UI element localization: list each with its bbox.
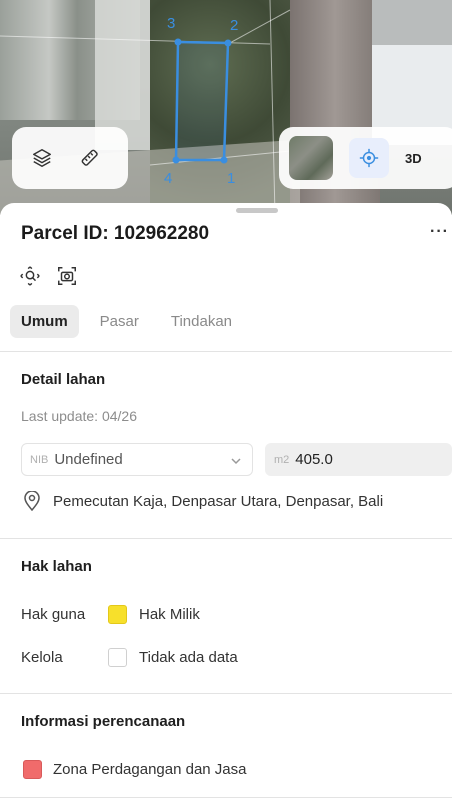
nib-select[interactable]: NIB Undefined: [21, 443, 253, 476]
divider: [0, 797, 452, 798]
ruler-icon: [81, 149, 98, 166]
map-controls-right: 3D: [279, 127, 452, 189]
map-controls-left: [12, 127, 128, 189]
tab-pasar[interactable]: Pasar: [89, 305, 150, 338]
vertex-label: 3: [167, 15, 176, 32]
parcel-vertex: [174, 38, 182, 46]
rights-value: Hak Milik: [139, 606, 200, 623]
zone-text: Zona Perdagangan dan Jasa: [53, 761, 247, 778]
vertex-label: 2: [230, 17, 239, 34]
location-pin-icon: [24, 491, 40, 511]
vertex-label: 4: [164, 170, 173, 187]
chevron-down-icon: [231, 458, 241, 465]
rights-value: Tidak ada data: [139, 649, 238, 666]
3d-toggle-button[interactable]: 3D: [405, 151, 422, 166]
divider: [0, 693, 452, 694]
area-value: 405.0: [295, 451, 333, 468]
crosshair-icon: [359, 148, 379, 168]
section-title-detail: Detail lahan: [21, 371, 106, 388]
locate-button[interactable]: [349, 138, 389, 178]
status-swatch: [108, 648, 127, 667]
parcel-outline: [174, 40, 230, 162]
zone-swatch: [23, 760, 42, 779]
divider: [0, 538, 452, 539]
section-title-planning: Informasi perencanaan: [21, 713, 186, 730]
layers-icon: [33, 149, 51, 167]
measure-button[interactable]: [66, 134, 114, 182]
tab-umum[interactable]: Umum: [10, 305, 79, 338]
address-text: Pemecutan Kaja, Denpasar Utara, Denpasar…: [53, 493, 384, 510]
area-field[interactable]: m2 405.0: [265, 443, 452, 476]
tab-tindakan[interactable]: Tindakan: [160, 305, 243, 338]
vertex-label: 1: [227, 170, 236, 187]
parcel-vertex: [220, 156, 228, 164]
parcel-vertex: [224, 39, 232, 47]
status-swatch: [108, 605, 127, 624]
area-unit: m2: [274, 453, 290, 466]
satellite-thumbnail[interactable]: [289, 136, 333, 180]
screenshot-icon[interactable]: [56, 265, 78, 287]
drag-handle[interactable]: [236, 208, 278, 213]
map-view[interactable]: 3 2 4 1 3D: [0, 0, 452, 215]
page-title: Parcel ID: 102962280: [21, 223, 210, 244]
divider: [0, 351, 452, 352]
last-update-text: Last update: 04/26: [21, 408, 137, 424]
parcel-sheet: Parcel ID: 102962280 ··· Umum Pasar Tind…: [0, 203, 452, 804]
tab-bar: Umum Pasar Tindakan: [10, 305, 253, 338]
rights-label: Hak guna: [21, 606, 86, 623]
more-options-button[interactable]: ···: [430, 223, 449, 241]
nib-value: Undefined: [54, 451, 123, 468]
section-title-rights: Hak lahan: [21, 558, 92, 575]
parcel-vertex: [172, 156, 180, 164]
zoom-to-parcel-icon[interactable]: [19, 265, 41, 287]
nib-prefix: NIB: [30, 453, 49, 466]
rights-label: Kelola: [21, 649, 63, 666]
layers-button[interactable]: [18, 134, 66, 182]
